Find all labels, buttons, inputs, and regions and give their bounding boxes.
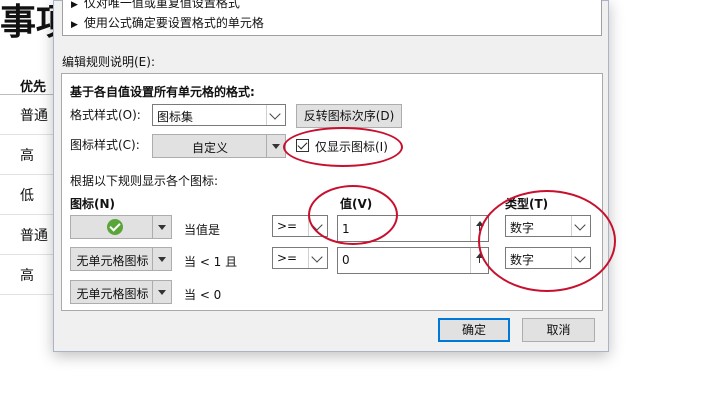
icon-picker-row-2[interactable]: 无单元格图标 [70,247,172,271]
icon-style-select[interactable]: 自定义 [152,134,286,158]
condition-label-row-3: 当 < 0 [184,288,222,302]
table-row[interactable]: 高 [0,255,54,295]
triangle-right-icon: ▶ [71,0,78,10]
cancel-button[interactable]: 取消 [522,318,595,342]
ok-button[interactable]: 确定 [438,318,510,342]
condition-label-row-2: 当 < 1 且 [184,255,238,269]
reverse-icon-order-button[interactable]: 反转图标次序(D) [296,104,402,128]
dropdown-arrow-icon [152,248,171,270]
operator-select-row-2[interactable]: >= [272,247,328,269]
cell-priority: 高 [20,148,34,164]
table-row[interactable]: 普通 [0,95,54,135]
chevron-down-icon [266,105,285,125]
highlight-ellipse-value [308,185,398,245]
chevron-down-icon [308,248,327,268]
icon-picker-row-3[interactable]: 无单元格图标 [70,280,172,304]
rule-type-item[interactable]: ▶ 使用公式确定要设置格式的单元格 [71,14,264,31]
green-check-icon [107,219,123,235]
highlight-ellipse-show-icon [283,127,403,167]
column-header-priority: 优先 [20,80,47,95]
cell-priority: 高 [20,268,34,284]
rule-type-list[interactable]: ▶ 仅对唯一值或重复值设置格式 ▶ 使用公式确定要设置格式的单元格 [62,0,602,36]
rule-heading: 基于各自值设置所有单元格的格式: [70,85,255,99]
dropdown-arrow-icon [152,281,171,303]
table-row[interactable]: 高 [0,135,54,175]
rules-caption: 根据以下规则显示各个图标: [70,174,219,188]
format-style-label: 格式样式(O): [70,108,141,122]
condition-label-row-1: 当值是 [184,223,221,237]
triangle-right-icon: ▶ [71,20,78,30]
dropdown-arrow-icon [152,216,171,238]
icon-picker-row-1[interactable] [70,215,172,239]
table-row[interactable]: 普通 [0,215,54,255]
icon-style-label: 图标样式(C): [70,138,140,152]
value-input-row-2[interactable]: 0 [337,247,489,274]
rule-description-label: 编辑规则说明(E): [62,55,155,69]
rule-type-item[interactable]: ▶ 仅对唯一值或重复值设置格式 [71,0,240,11]
column-header-icon: 图标(N) [70,197,116,211]
table-row[interactable]: 低 [0,175,54,215]
cell-priority: 低 [20,188,34,204]
format-style-select[interactable]: 图标集 [152,104,286,126]
cell-priority: 普通 [20,228,48,244]
highlight-ellipse-type [478,190,616,292]
cell-priority: 普通 [20,108,48,124]
